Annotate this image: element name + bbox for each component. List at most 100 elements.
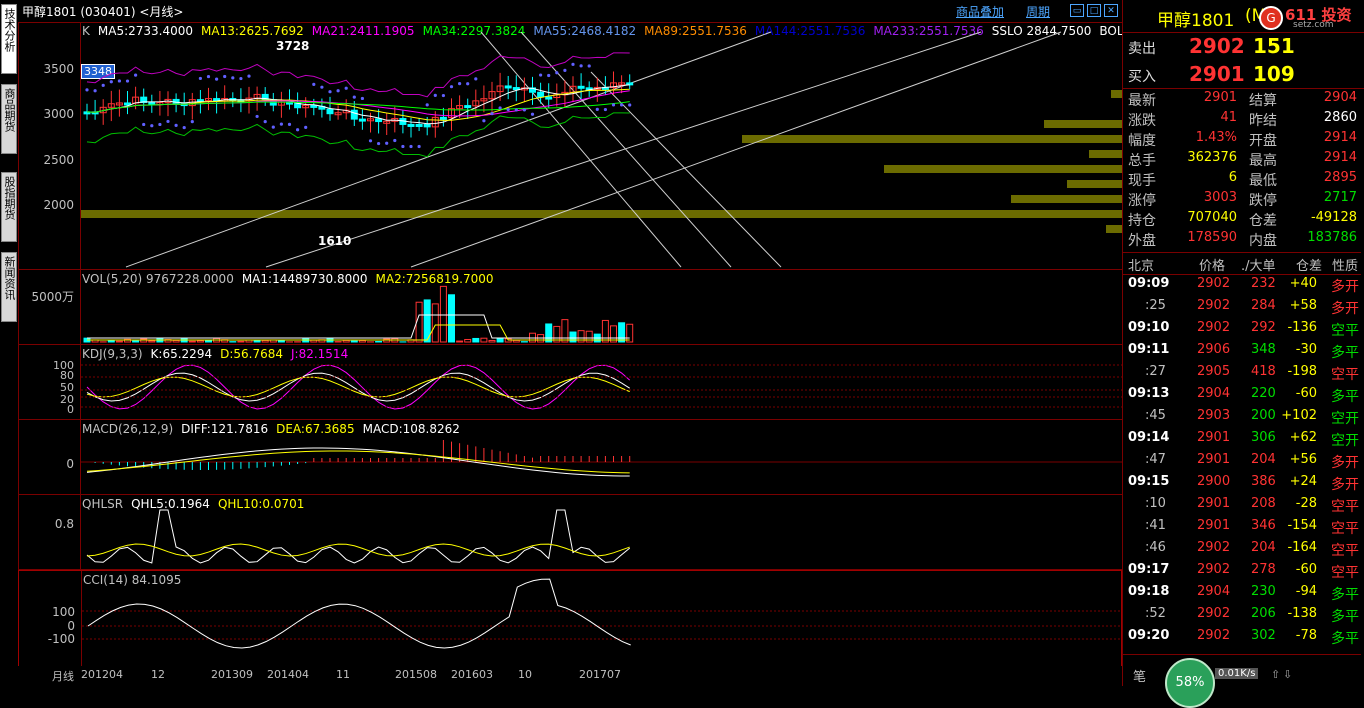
cci-panel[interactable]: 100 0 -100 CCI(14) 84.1095 xyxy=(18,570,1122,668)
time-tick: 201508 xyxy=(395,668,437,681)
stat-row: 幅度 1.43% 开盘 2914 xyxy=(1123,130,1361,150)
tick-price: 2900 xyxy=(1197,474,1230,489)
buy-label: 买入 xyxy=(1128,66,1156,86)
sar-dot xyxy=(474,77,477,80)
sar-dot xyxy=(215,78,218,81)
tab-index-futures[interactable]: 股指期货 xyxy=(1,172,17,242)
download-icon: ⇩ xyxy=(1283,668,1292,681)
volume-bar xyxy=(449,295,455,342)
commodity-overlay-button[interactable]: 商品叠加 xyxy=(956,3,1004,20)
footer-tab-ticks[interactable]: 笔 xyxy=(1133,666,1146,685)
tab-news[interactable]: 新闻资讯 xyxy=(1,252,17,322)
sar-dot xyxy=(134,74,137,77)
stat-value: -49128 xyxy=(1311,210,1357,225)
sar-dot xyxy=(353,96,356,99)
chart-title: 甲醇1801 (030401) <月线> xyxy=(22,3,183,20)
qhlsr-panel[interactable]: 0.8 QHLSRQHL5:0.1964QHL10:0.0701 xyxy=(18,495,1122,570)
volume-bar xyxy=(627,324,633,342)
sar-dot xyxy=(94,89,97,92)
sar-dot xyxy=(555,71,558,74)
volume-bar xyxy=(465,339,471,342)
tick-nature: 多开 xyxy=(1331,298,1359,318)
stat-value: 2860 xyxy=(1324,110,1357,125)
kline-panel[interactable]: 3500 3000 2500 2000 3348 KMA5:2733.4000M… xyxy=(18,22,1122,270)
logo-sub: setz.com xyxy=(1293,20,1334,30)
volume-bar xyxy=(149,341,155,342)
candle-body xyxy=(465,106,471,108)
volume-panel[interactable]: 5000万 VOL(5,20) 9767228.0000MA1:14489730… xyxy=(18,270,1122,345)
tick-row: 09:11 2906 348 -30 多平 xyxy=(1123,340,1361,362)
low-annotation: 1610 xyxy=(318,234,351,248)
tick-time: :41 xyxy=(1145,518,1166,533)
sar-dot xyxy=(264,120,267,123)
volume-bar xyxy=(116,341,122,342)
tab-technical-analysis[interactable]: 技术分析 xyxy=(1,4,17,74)
volume-bar xyxy=(351,341,357,342)
left-tab-strip: 技术分析 商品期货 股指期货 新闻资讯 xyxy=(0,0,19,686)
stat-value: 1.43% xyxy=(1196,130,1237,145)
stat-value: 6 xyxy=(1229,170,1237,185)
tick-nature: 空开 xyxy=(1331,408,1359,428)
volume-bar xyxy=(108,340,114,342)
sar-dot xyxy=(142,123,145,126)
tick-oi-change: +102 xyxy=(1281,408,1317,423)
stat-value: 2901 xyxy=(1204,90,1237,105)
tick-col-price: 价格 xyxy=(1199,255,1225,274)
sar-dot xyxy=(612,103,615,106)
volume-bar xyxy=(570,332,576,342)
period-button[interactable]: 周期 xyxy=(1026,3,1050,20)
candle-body xyxy=(359,119,365,121)
stat-value: 2895 xyxy=(1324,170,1357,185)
volume-bar xyxy=(440,286,446,342)
volume-bar xyxy=(489,340,495,342)
macd-panel[interactable]: 0 MACD(26,12,9)DIFF:121.7816DEA:67.3685M… xyxy=(18,420,1122,495)
stat-value: 183786 xyxy=(1307,230,1357,245)
sar-dot xyxy=(296,128,299,131)
sar-dot xyxy=(466,82,469,85)
time-tick: 10 xyxy=(518,668,532,681)
tick-row: 09:14 2901 306 +62 空开 xyxy=(1123,428,1361,450)
volume-bar xyxy=(238,341,244,342)
tick-nature: 空平 xyxy=(1331,320,1359,340)
candle-body xyxy=(311,105,317,107)
tick-volume: 306 xyxy=(1251,430,1276,445)
tick-price: 2901 xyxy=(1197,496,1230,511)
candle-body xyxy=(440,117,446,119)
sar-dot xyxy=(175,124,178,127)
tick-row: 09:15 2900 386 +24 多开 xyxy=(1123,472,1361,494)
tick-price: 2901 xyxy=(1197,430,1230,445)
sar-dot xyxy=(345,87,348,90)
tick-row: :10 2901 208 -28 空平 xyxy=(1123,494,1361,516)
tick-row: 09:17 2902 278 -60 空平 xyxy=(1123,560,1361,582)
candle-body xyxy=(546,97,552,99)
tick-oi-change: -138 xyxy=(1287,606,1317,621)
tick-oi-change: -136 xyxy=(1287,320,1317,335)
tab-commodity-futures[interactable]: 商品期货 xyxy=(1,84,17,154)
tick-oi-change: -154 xyxy=(1287,518,1317,533)
cci-tick: 0 xyxy=(67,619,75,633)
tick-row: :52 2902 206 -138 多平 xyxy=(1123,604,1361,626)
period-label: 月线 xyxy=(52,668,74,684)
sar-dot xyxy=(272,126,275,129)
volume-bar xyxy=(254,341,260,342)
maximize-icon[interactable]: □ xyxy=(1087,4,1101,17)
trend-lines xyxy=(126,32,1061,267)
kline-canvas: 3728 1610 xyxy=(81,22,1122,269)
chart-area[interactable]: 3500 3000 2500 2000 3348 KMA5:2733.4000M… xyxy=(18,22,1122,669)
stat-value: 2914 xyxy=(1324,150,1357,165)
sar-dot xyxy=(409,145,412,148)
price-tick: 3000 xyxy=(43,107,74,121)
restore-icon[interactable]: ▭ xyxy=(1070,4,1084,17)
qhl-tick: 0.8 xyxy=(55,517,74,531)
tick-time: 09:17 xyxy=(1128,562,1169,577)
stat-row: 最新 2901 结算 2904 xyxy=(1123,90,1361,110)
sar-dot xyxy=(118,79,121,82)
sar-dot xyxy=(442,94,445,97)
tick-nature: 多平 xyxy=(1331,342,1359,362)
sar-dot xyxy=(110,80,113,83)
close-icon[interactable]: ✕ xyxy=(1104,4,1118,17)
sar-dot xyxy=(304,126,307,129)
tick-row: :46 2902 204 -164 空平 xyxy=(1123,538,1361,560)
kdj-panel[interactable]: 100 80 50 20 0 KDJ(9,3,3)K:65.2294D:56.7… xyxy=(18,345,1122,420)
tick-list[interactable]: 09:09 2902 232 +40 多开:25 2902 284 +58 多开… xyxy=(1123,274,1364,652)
